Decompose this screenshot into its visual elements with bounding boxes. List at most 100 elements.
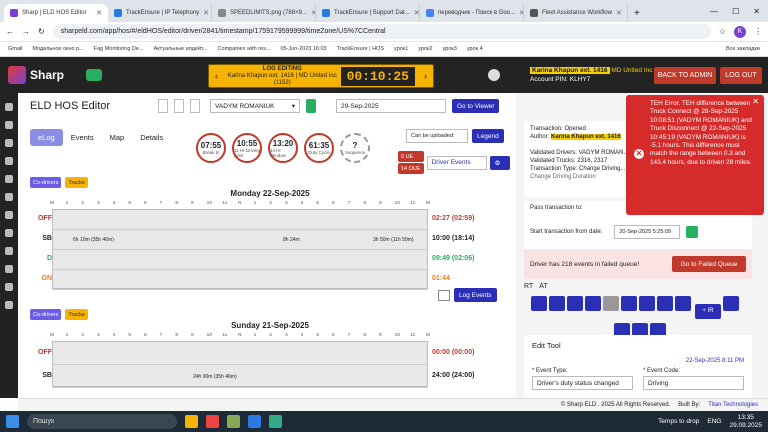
close-icon[interactable]: ✕	[96, 9, 102, 17]
phone-icon[interactable]	[269, 415, 282, 428]
bookmark-item[interactable]: урок3	[443, 46, 457, 52]
profile-icon[interactable]: K	[734, 25, 746, 38]
windows-icon[interactable]	[6, 415, 19, 428]
close-icon[interactable]: ✕	[752, 97, 759, 106]
close-icon[interactable]: ✕	[414, 9, 419, 17]
upload-select[interactable]: Can be uploaded:	[406, 129, 468, 143]
tab-map[interactable]: Map	[102, 129, 133, 146]
bookmark-item[interactable]: Актуальные апдейт...	[154, 46, 208, 52]
swap-icon[interactable]	[585, 296, 601, 311]
new-tab-button[interactable]: +	[628, 4, 646, 22]
start-date-input[interactable]: 20-Sep-2025 5:25:09	[614, 225, 681, 239]
globe-icon[interactable]	[5, 139, 13, 147]
check-icon[interactable]	[686, 226, 699, 238]
wrench-icon[interactable]	[5, 211, 13, 219]
reload-icon[interactable]: ↻	[38, 27, 45, 36]
event-code-select[interactable]: Driving	[643, 376, 744, 390]
bookmark-item[interactable]: Модальное окно р...	[32, 46, 83, 52]
go-to-viewer-button[interactable]: Go to Viewer	[452, 99, 500, 113]
codrivers-button[interactable]: Co-drivers	[30, 309, 62, 320]
comment-icon[interactable]	[438, 289, 450, 301]
chevron-right-icon[interactable]: ›	[424, 71, 427, 81]
edit-icon[interactable]	[549, 296, 565, 311]
chrome-icon[interactable]	[206, 415, 219, 428]
bookmark-item[interactable]: Companies with res...	[218, 46, 271, 52]
doc-icon[interactable]	[158, 99, 168, 113]
tab-details[interactable]: Details	[132, 129, 171, 146]
trucks-button[interactable]: Trucks	[65, 177, 88, 188]
close-icon[interactable]: ✕	[203, 9, 209, 17]
tab-elog[interactable]: eLog	[30, 129, 63, 146]
lock-icon[interactable]	[603, 296, 619, 311]
taskbar-search[interactable]: Пошук	[27, 414, 177, 429]
home-icon[interactable]	[5, 121, 13, 129]
maximize-icon[interactable]: ☐	[732, 7, 739, 16]
back-icon[interactable]: ←	[6, 27, 14, 36]
legend-button[interactable]: Legend	[472, 129, 504, 143]
date-input[interactable]: 29-Sep-2025	[336, 99, 446, 113]
fire-icon[interactable]	[5, 301, 13, 309]
menu-icon[interactable]: ⋮	[754, 27, 762, 36]
browser-tab[interactable]: TrackEnsure | Support Dat... ✕	[316, 4, 420, 22]
bookmark-item[interactable]: Все закладки	[726, 46, 760, 52]
eye-icon[interactable]	[86, 69, 103, 81]
chevron-left-icon[interactable]: ‹	[209, 71, 224, 81]
vendor-logo[interactable]: Titan Technologies	[708, 402, 758, 408]
bell-icon[interactable]	[488, 69, 500, 81]
settings-icon[interactable]	[5, 229, 13, 237]
rt-toggle[interactable]: RT	[524, 283, 533, 290]
minimize-icon[interactable]: —	[710, 7, 718, 16]
users-icon[interactable]	[5, 157, 13, 165]
bookmark-item[interactable]: Fag Monitoring De...	[94, 46, 144, 52]
list-icon[interactable]	[5, 283, 13, 291]
user-icon[interactable]	[306, 99, 316, 113]
bookmark-item[interactable]: урок2	[418, 46, 432, 52]
hamburger-icon[interactable]	[5, 103, 13, 111]
browser-tab[interactable]: Sharp | ELD HOS Editor ✕	[4, 4, 108, 22]
codrivers-button[interactable]: Co-drivers	[30, 177, 62, 188]
brand-logo[interactable]: Sharp	[0, 66, 64, 84]
explorer-icon[interactable]	[185, 415, 198, 428]
tab-events[interactable]: Events	[63, 129, 102, 146]
file-icon[interactable]	[5, 193, 13, 201]
bookmark-item[interactable]: урок1	[394, 46, 408, 52]
browser-tab[interactable]: TrackEnsure | IP Telephony ✕	[108, 4, 212, 22]
truck-icon[interactable]	[5, 175, 13, 183]
copy-icon[interactable]	[174, 99, 184, 113]
add-icon[interactable]	[531, 296, 547, 311]
forward-icon[interactable]: →	[22, 27, 30, 36]
back-to-admin-button[interactable]: BACK TO ADMIN	[654, 67, 716, 84]
browser-tab[interactable]: SPEEDLIMITS.png (788×9...✕	[212, 4, 316, 22]
bookmark-item[interactable]: 05-Jun-2023 16:03	[280, 46, 326, 52]
edge-icon[interactable]	[248, 415, 261, 428]
settings-icon[interactable]: ⚙	[489, 155, 510, 170]
stretch-icon[interactable]	[567, 296, 583, 311]
add-ir-button[interactable]: + IR	[694, 304, 721, 319]
close-window-icon[interactable]: ✕	[753, 7, 760, 16]
event-type-select[interactable]: Driver's duty status changed	[532, 376, 633, 390]
driver-events-select[interactable]: Driver Events	[426, 155, 487, 170]
at-toggle[interactable]: AT	[539, 283, 547, 290]
log-out-button[interactable]: LOG OUT	[720, 67, 762, 84]
app-icon[interactable]	[227, 415, 240, 428]
user-icon[interactable]	[621, 296, 637, 311]
url-field[interactable]: sharpeld.com/app/hos/#/eldHOS/editor/dri…	[52, 24, 711, 39]
split-icon[interactable]	[657, 296, 673, 311]
log-grid[interactable]: 6h 10m (35h 46m) 8h 24m 3h 50m (11h 50m)	[52, 209, 428, 290]
browser-tab[interactable]: переводчик - Поиск в Goo...✕	[420, 4, 524, 22]
grid-icon[interactable]	[190, 99, 200, 113]
browser-tab[interactable]: Fleet Assistance Workflow ✕	[524, 4, 628, 22]
bookmark-item[interactable]: TrackEnsure | HOS	[337, 46, 384, 52]
log-events-button[interactable]: Log Events	[454, 288, 497, 302]
shield-icon[interactable]	[5, 247, 13, 255]
close-icon[interactable]: ✕	[616, 9, 622, 17]
shift-icon[interactable]	[675, 296, 691, 311]
go-to-failed-queue-button[interactable]: Go to Failed Queue	[672, 256, 746, 272]
bookmark-item[interactable]: Gmail	[8, 46, 22, 52]
weather-text[interactable]: Temps to drop	[658, 418, 699, 425]
refresh-icon[interactable]	[722, 296, 739, 311]
chart-icon[interactable]	[5, 265, 13, 273]
bookmark-item[interactable]: урок 4	[467, 46, 483, 52]
driver-select[interactable]: VADYM ROMANIUK ▾	[210, 99, 300, 113]
log-grid[interactable]: 24h 00m (35h 46m)	[52, 341, 428, 388]
